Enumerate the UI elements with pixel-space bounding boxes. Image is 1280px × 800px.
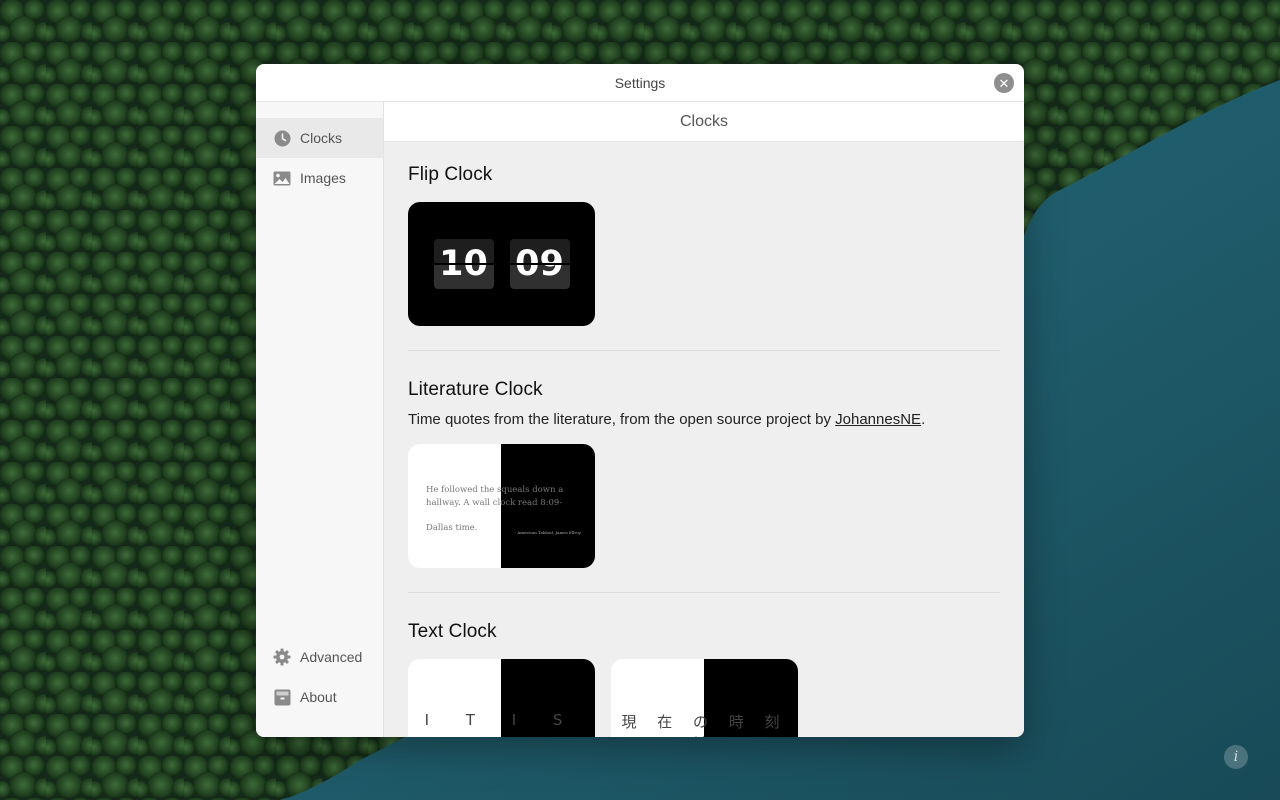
quote-end: Dallas time. [426,522,478,533]
sidebar-item-advanced[interactable]: Advanced [256,637,383,677]
main-panel: Clocks Flip Clock 10 09 Literature Clock… [384,102,1024,737]
page-title: Clocks [384,102,1024,142]
letters-text: 現 在 の 時 刻 は [621,713,788,737]
sidebar: Clocks Images Advanced About [256,102,384,737]
sidebar-item-label: Advanced [300,649,363,665]
sidebar-item-label: Images [300,170,346,186]
settings-window: Settings ✕ Clocks Images Advanced About … [256,64,1024,737]
flip-clock-section: Flip Clock 10 09 [408,164,1000,326]
quote-time: 10:09 [426,510,453,520]
literature-clock-thumbnail[interactable]: He followed the squeals down a hallway. … [408,444,595,568]
text-clock-letters: I T I S [408,711,595,729]
divider [408,350,1000,351]
quote-text: He followed the squeals down a hallway. … [426,485,564,508]
clock-icon [273,129,291,147]
description-end: . [921,411,926,428]
close-icon[interactable]: ✕ [994,73,1014,93]
box-icon [273,688,291,706]
flip-minutes: 09 [507,239,572,289]
section-title: Literature Clock [408,379,543,400]
literature-clock-section: Literature Clock Time quotes from the li… [408,379,1000,568]
divider [408,592,1000,593]
text-clock-thumbnail-japanese[interactable]: 現 在 の 時 刻 は [611,659,798,737]
sidebar-item-label: Clocks [300,130,343,146]
info-icon[interactable]: i [1224,745,1248,769]
clocks-content[interactable]: Flip Clock 10 09 Literature Clock Time q… [384,142,1024,737]
gear-icon [273,648,291,666]
window-title: Settings [614,74,666,91]
flip-clock-thumbnail[interactable]: 10 09 [408,202,595,326]
section-description: Time quotes from the literature, from th… [408,411,1000,428]
text-clock-section: Text Clock I T I S 現 在 の 時 刻 は [408,621,1000,737]
literature-quote: He followed the squeals down a hallway. … [426,484,586,534]
sidebar-item-about[interactable]: About [256,677,383,717]
section-title: Text Clock [408,621,497,642]
text-clock-letters: 現 在 の 時 刻 は [611,711,798,737]
titlebar: Settings ✕ [256,64,1024,102]
text-clock-thumbnail-english[interactable]: I T I S [408,659,595,737]
letters-text: I T I S [424,711,579,729]
flip-hours: 10 [431,239,496,289]
sidebar-item-label: About [300,689,337,705]
sidebar-item-images[interactable]: Images [256,158,383,198]
description-text: Time quotes from the literature, from th… [408,411,836,428]
sidebar-item-clocks[interactable]: Clocks [256,118,383,158]
image-icon [273,169,291,187]
johannesne-link[interactable]: JohannesNE [835,411,921,428]
quote-citation: - American Tabloid, James Ellroy [514,530,581,535]
section-title: Flip Clock [408,164,493,185]
